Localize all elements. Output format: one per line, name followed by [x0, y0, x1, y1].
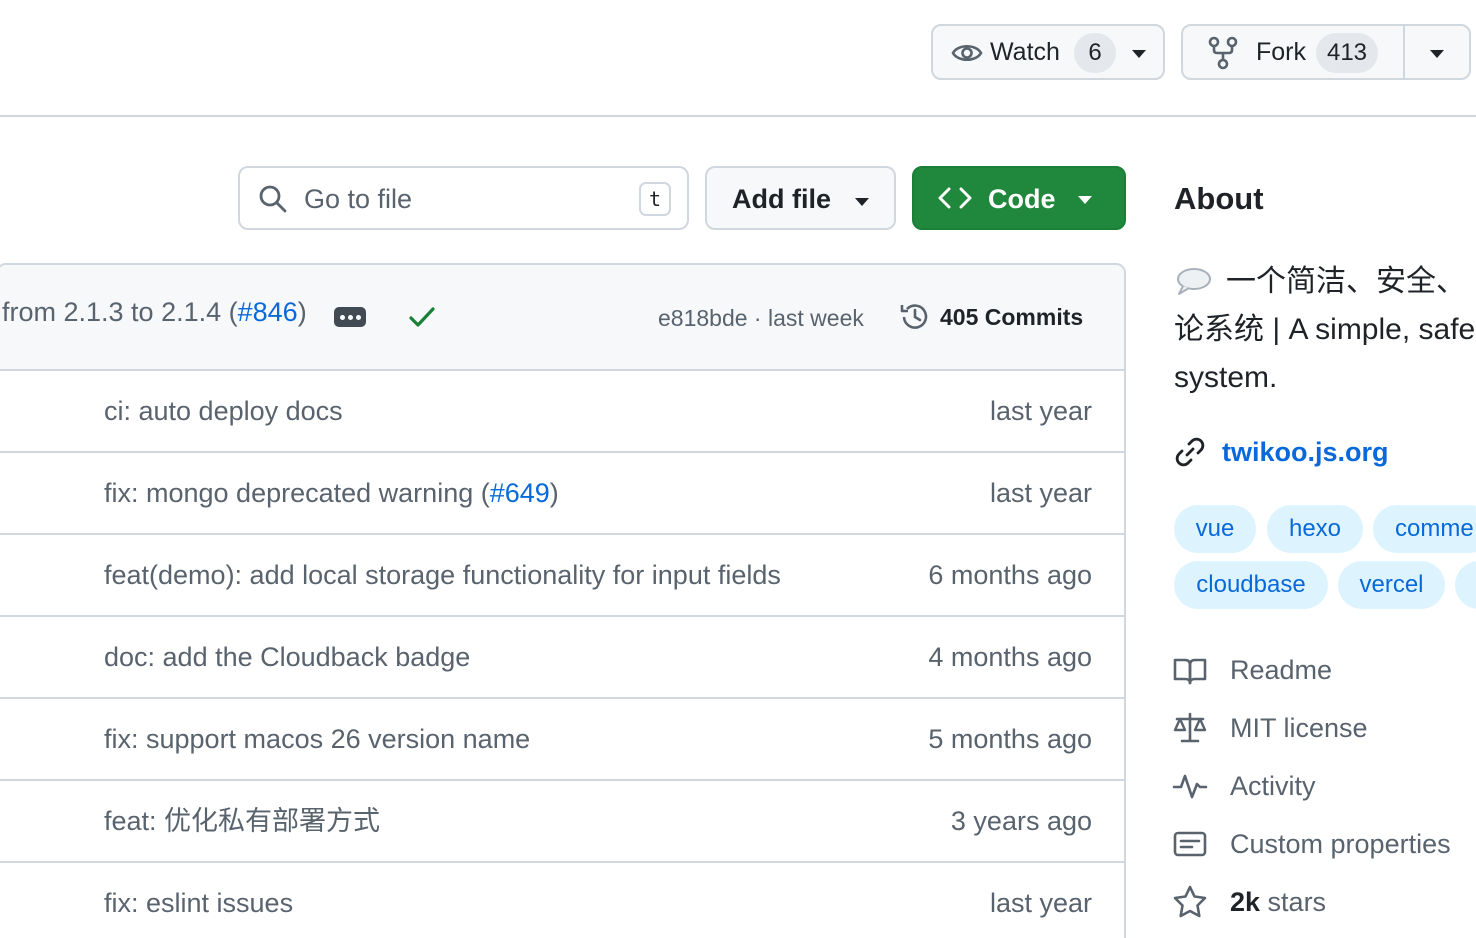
- repo-forked-icon: [1208, 36, 1238, 70]
- topic-tag[interactable]: cloudbase: [1174, 561, 1328, 609]
- add-file-label: Add file: [732, 184, 831, 214]
- search-placeholder: Go to file: [304, 184, 413, 214]
- topic-tag[interactable]: [1455, 561, 1476, 609]
- check-icon[interactable]: [408, 305, 436, 329]
- add-file-button[interactable]: Add file: [705, 166, 896, 230]
- fork-button[interactable]: Fork 413: [1181, 24, 1471, 80]
- commit-age[interactable]: 5 months ago: [928, 699, 1092, 779]
- chevron-down-icon: [1078, 196, 1092, 204]
- commit-age[interactable]: last year: [990, 453, 1092, 533]
- commits-link[interactable]: 405 Commits: [898, 299, 1083, 335]
- custom-properties-link[interactable]: Custom properties: [1172, 822, 1451, 866]
- description-line-2: 论系统 | A simple, safe: [1174, 313, 1476, 346]
- ellipsis-button[interactable]: [334, 307, 366, 327]
- description-line-3: system.: [1174, 361, 1278, 394]
- activity-link[interactable]: Activity: [1172, 764, 1316, 808]
- about-title: About: [1174, 181, 1264, 216]
- license-link[interactable]: MIT license: [1172, 706, 1368, 750]
- readme-label: Readme: [1230, 654, 1333, 685]
- commit-age[interactable]: 3 years ago: [951, 781, 1092, 861]
- chevron-down-icon: [855, 198, 869, 206]
- history-icon: [900, 304, 928, 329]
- commit-age[interactable]: last year: [990, 863, 1092, 938]
- topic-tag[interactable]: comme: [1373, 505, 1476, 553]
- watch-label: Watch: [990, 38, 1060, 66]
- link-icon: [1175, 437, 1205, 467]
- commit-age[interactable]: 6 months ago: [928, 535, 1092, 615]
- commit-message-link[interactable]: doc: add the Cloudback badge: [104, 617, 470, 697]
- readme-link[interactable]: Readme: [1172, 648, 1332, 692]
- about-description: 一个简洁、安全、 论系统 | A simple, safe system.: [1174, 258, 1476, 402]
- topics: vue hexo comme cloudbase vercel: [1174, 505, 1476, 610]
- code-button[interactable]: Code: [912, 166, 1126, 230]
- commit-message-text-end[interactable]: ): [550, 478, 559, 508]
- watch-button[interactable]: Watch 6: [931, 24, 1165, 80]
- watch-count: 6: [1074, 33, 1116, 73]
- commit-message-link[interactable]: fix: mongo deprecated warning (#649): [104, 453, 559, 533]
- custom-properties-label: Custom properties: [1230, 828, 1451, 859]
- stars-label: stars: [1260, 886, 1327, 917]
- search-icon: [259, 185, 287, 213]
- commit-age[interactable]: last year: [990, 371, 1092, 451]
- speech-bubble-icon: [1177, 268, 1211, 295]
- note-icon: [1173, 831, 1207, 857]
- table-row: fix: mongo deprecated warning (#649) las…: [0, 453, 1124, 535]
- commit-hash-time[interactable]: e818bde · last week: [658, 305, 864, 332]
- latest-commit-text-end: ): [297, 297, 307, 327]
- table-row: fix: eslint issues last year: [0, 863, 1124, 938]
- pr-link[interactable]: #846: [238, 297, 298, 327]
- stars-count: 2k: [1230, 886, 1261, 917]
- table-row: ci: auto deploy docs last year: [0, 371, 1124, 453]
- topic-tag[interactable]: hexo: [1267, 505, 1363, 553]
- website-link[interactable]: twikoo.js.org: [1174, 432, 1389, 472]
- commit-message-link[interactable]: ci: auto deploy docs: [104, 371, 343, 451]
- chevron-down-icon[interactable]: [1132, 50, 1146, 58]
- latest-commit-bar: from 2.1.3 to 2.1.4 (#846) e818bde · las…: [0, 265, 1124, 371]
- fork-count: 413: [1316, 33, 1378, 73]
- repo-header-bar: Watch 6 Fork 413: [0, 0, 1476, 117]
- table-row: fix: support macos 26 version name 5 mon…: [0, 699, 1124, 781]
- topic-tag[interactable]: vue: [1174, 505, 1256, 553]
- license-label: MIT license: [1230, 712, 1368, 743]
- fork-divider: [1403, 24, 1405, 80]
- table-row: feat(demo): add local storage functional…: [0, 535, 1124, 617]
- commit-message-link[interactable]: fix: support macos 26 version name: [104, 699, 530, 779]
- book-icon: [1173, 658, 1207, 685]
- commits-count: 405 Commits: [940, 303, 1084, 330]
- file-list: from 2.1.3 to 2.1.4 (#846) e818bde · las…: [0, 263, 1126, 938]
- description-line-1: 一个简洁、安全、: [1226, 265, 1466, 298]
- law-icon: [1173, 712, 1207, 743]
- latest-commit-text: from 2.1.3 to 2.1.4 (: [2, 297, 238, 327]
- topic-tag[interactable]: vercel: [1338, 561, 1445, 609]
- commit-message-link[interactable]: fix: eslint issues: [104, 863, 293, 938]
- pr-link[interactable]: #649: [490, 478, 550, 508]
- latest-commit-message: from 2.1.3 to 2.1.4 (#846): [2, 297, 307, 328]
- commit-age[interactable]: 4 months ago: [928, 617, 1092, 697]
- shortcut-key: t: [639, 182, 671, 216]
- table-row: doc: add the Cloudback badge 4 months ag…: [0, 617, 1124, 699]
- commit-message-link[interactable]: feat: 优化私有部署方式: [104, 781, 380, 861]
- fork-label: Fork: [1256, 38, 1306, 66]
- code-label: Code: [988, 184, 1056, 214]
- chevron-down-icon[interactable]: [1430, 50, 1444, 58]
- commit-message-text[interactable]: fix: mongo deprecated warning (: [104, 478, 490, 508]
- stars-link[interactable]: 2k stars: [1172, 880, 1326, 924]
- eye-icon: [951, 44, 983, 62]
- pulse-icon: [1172, 774, 1208, 799]
- table-row: feat: 优化私有部署方式 3 years ago: [0, 781, 1124, 863]
- go-to-file-input[interactable]: Go to file t: [238, 166, 689, 230]
- star-icon: [1173, 885, 1207, 918]
- commit-message-link[interactable]: feat(demo): add local storage functional…: [104, 535, 781, 615]
- code-icon: [938, 187, 972, 209]
- activity-label: Activity: [1230, 770, 1316, 801]
- website-url[interactable]: twikoo.js.org: [1222, 437, 1389, 468]
